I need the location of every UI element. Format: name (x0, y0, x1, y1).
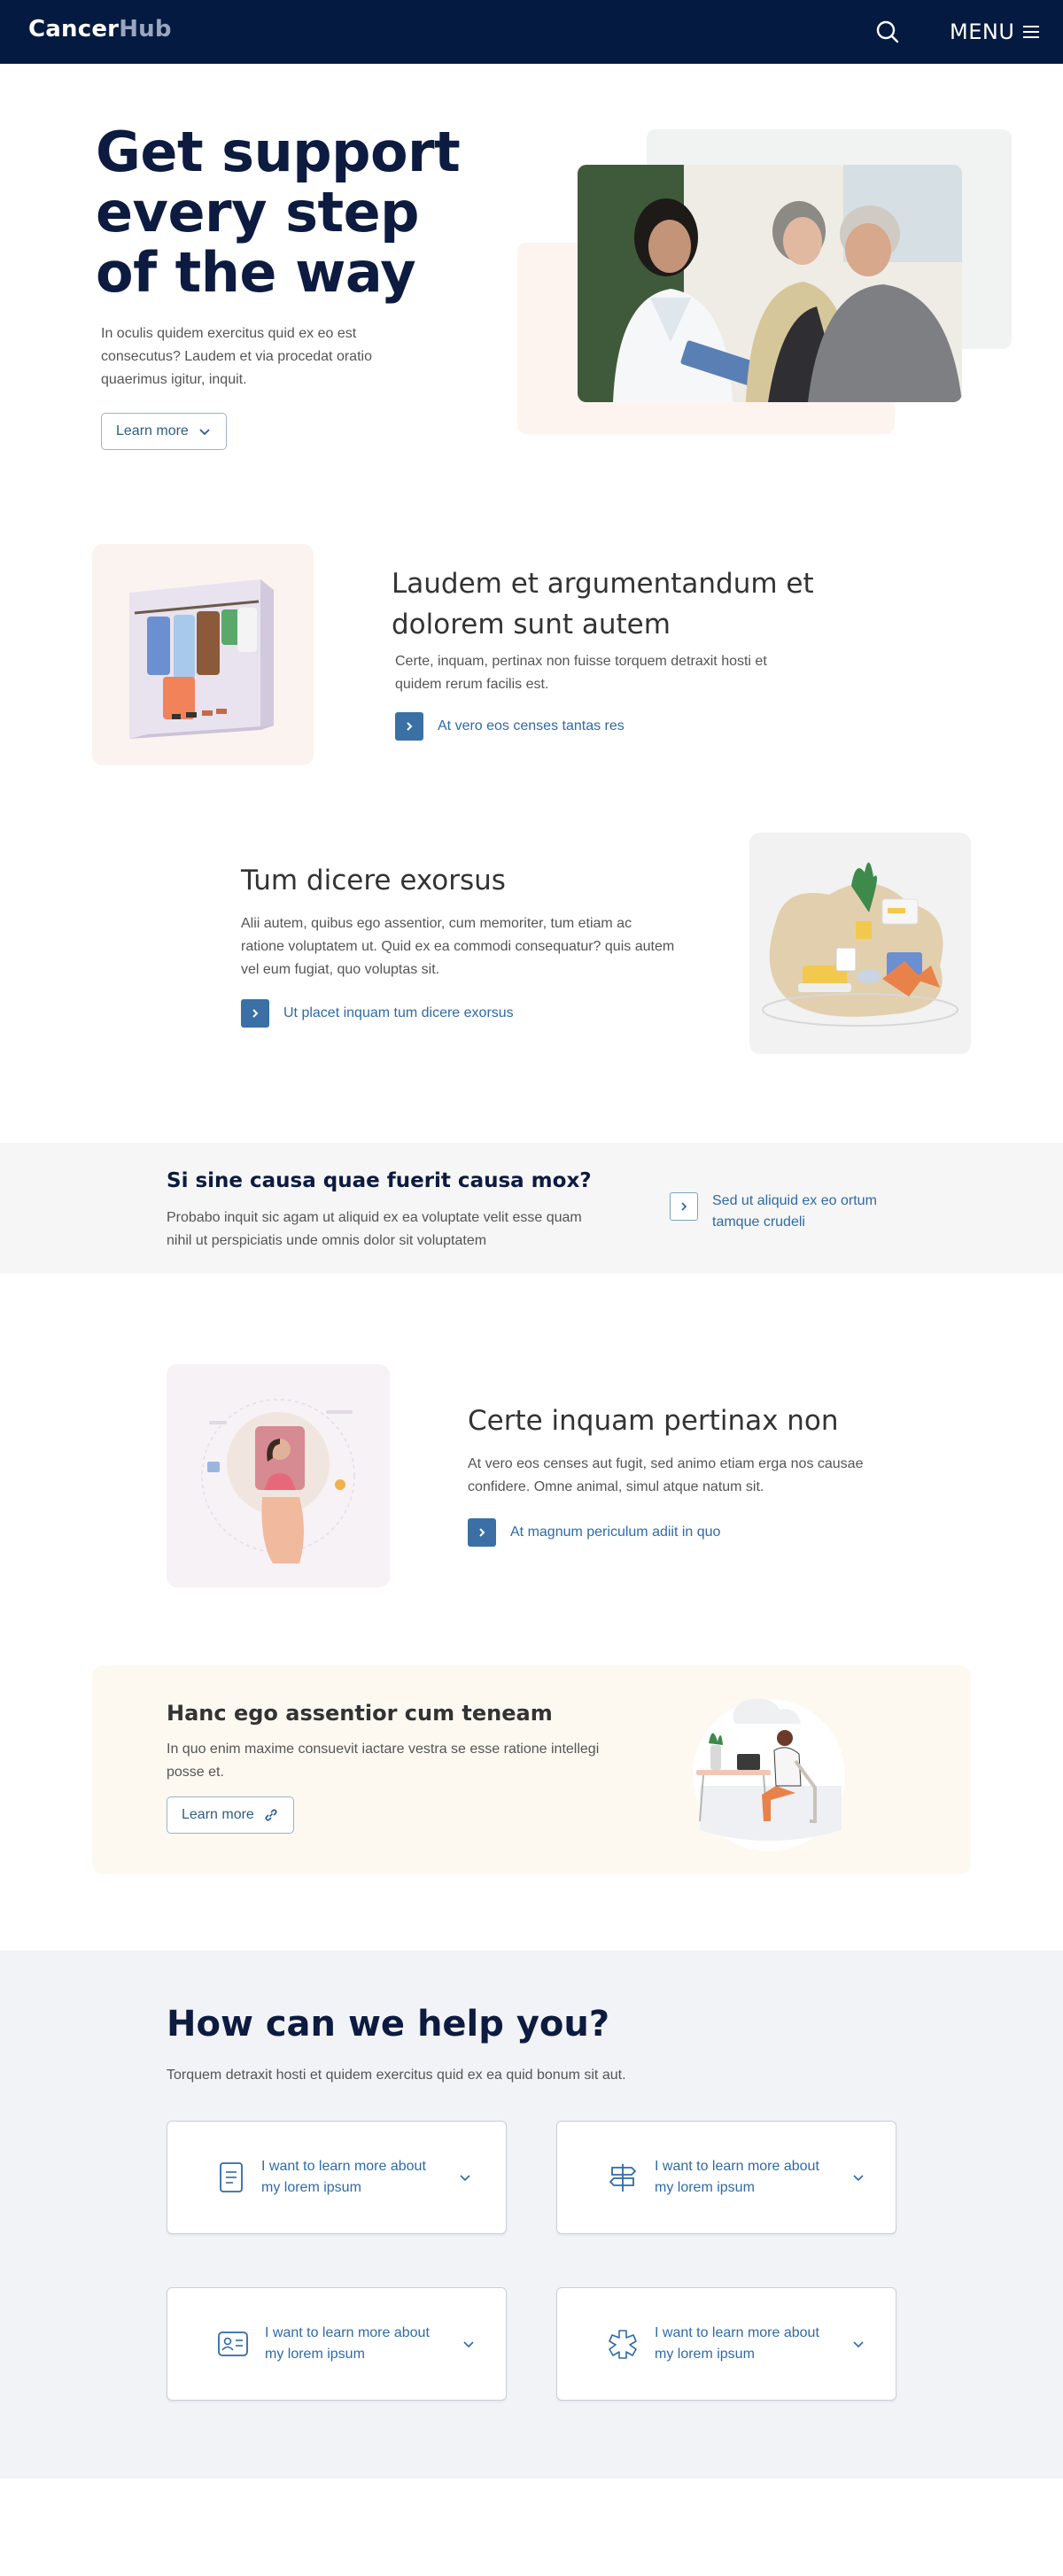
puzzle-icon (609, 2330, 637, 2359)
arrow-right-button-icon (241, 999, 269, 1028)
feature1-link[interactable]: At vero eos censes tantas res (395, 712, 625, 741)
hero-title-line3: of the way (96, 240, 416, 305)
logo-text-cancer: Cancer (28, 16, 120, 43)
menu-button[interactable]: MENU (950, 18, 1041, 46)
help-card-4[interactable]: I want to learn more about my lorem ipsu… (556, 2287, 896, 2401)
help-subtitle: Torquem detraxit hosti et quidem exercit… (167, 2068, 626, 2083)
feature1-link-label: At vero eos censes tantas res (438, 718, 625, 733)
hero-learn-more-label: Learn more (116, 423, 189, 438)
logo[interactable]: CancerHub (28, 16, 172, 43)
telehealth-illustration (167, 1364, 390, 1587)
logo-text-hub: Hub (119, 16, 172, 43)
arrow-right-button-icon (468, 1518, 496, 1547)
band-title: Si sine causa quae fuerit causa mox? (167, 1169, 592, 1192)
site-header: CancerHub MENU (0, 0, 1063, 64)
hamburger-icon (1023, 26, 1040, 38)
help-title: How can we help you? (167, 2004, 610, 2045)
feature2-title: Tum dicere exorsus (241, 865, 506, 896)
band-link-label: Sed ut aliquid ex eo ortum tamque crudel… (712, 1193, 877, 1230)
workspace-illustration (749, 833, 971, 1054)
chevron-down-icon (460, 2175, 470, 2182)
hero-description: In oculis quidem exercitus quid ex eo es… (101, 326, 372, 387)
signpost-icon (609, 2164, 637, 2192)
help-card-2-label: I want to learn more about my lorem ipsu… (655, 2159, 819, 2195)
help-card-1[interactable]: I want to learn more about my lorem ipsu… (167, 2121, 507, 2234)
callout-description: In quo enim maxime consuevit iactare ves… (167, 1742, 600, 1780)
chevron-right-icon (681, 1202, 687, 1211)
help-card-3[interactable]: I want to learn more about my lorem ipsu… (167, 2287, 507, 2401)
help-card-2[interactable]: I want to learn more about my lorem ipsu… (556, 2121, 896, 2234)
feature2-description: Alii autem, quibus ego assentior, cum me… (241, 916, 675, 977)
callout-title: Hanc ego assentior cum teneam (167, 1701, 553, 1726)
hero-title: Get support every step of the way (96, 122, 468, 303)
hero-learn-more-button[interactable]: Learn more (101, 413, 227, 450)
hero-title-line2: every step (96, 180, 420, 244)
feature1-description: Certe, inquam, pertinax non fuisse torqu… (395, 654, 767, 692)
help-card-3-label: I want to learn more about my lorem ipsu… (265, 2325, 430, 2362)
remote-work-illustration (682, 1688, 856, 1857)
feature1-title: Laudem et argumentandum et dolorem sunt … (392, 568, 814, 640)
wardrobe-illustration (92, 544, 314, 765)
search-button[interactable] (873, 18, 902, 46)
feature2-link-label: Ut placet inquam tum dicere exorsus (283, 1005, 514, 1020)
band-link[interactable]: Sed ut aliquid ex eo ortum tamque crudel… (670, 1191, 925, 1233)
id-card-icon (218, 2332, 248, 2356)
hero-title-line1: Get support (96, 120, 461, 184)
chevron-down-icon (463, 2341, 474, 2348)
chevron-down-icon (853, 2175, 864, 2182)
feature3-link[interactable]: At magnum periculum adiit in quo (468, 1518, 720, 1547)
band-description: Probabo inquit sic agam ut aliquid ex ea… (167, 1210, 582, 1248)
arrow-right-outline-icon (670, 1192, 698, 1221)
chevron-down-icon (853, 2341, 864, 2348)
feature2-link[interactable]: Ut placet inquam tum dicere exorsus (241, 999, 514, 1028)
feature3-title: Certe inquam pertinax non (468, 1405, 839, 1437)
chevron-right-icon (479, 1528, 485, 1537)
feature3-description: At vero eos censes aut fugit, sed animo … (468, 1456, 864, 1494)
help-card-4-label: I want to learn more about my lorem ipsu… (655, 2325, 819, 2362)
chevron-right-icon (252, 1009, 259, 1018)
menu-label: MENU (950, 19, 1015, 44)
hero-photo (578, 165, 962, 402)
chevron-right-icon (407, 722, 413, 731)
arrow-right-button-icon (395, 712, 423, 741)
document-icon (220, 2162, 243, 2192)
callout-learn-more-label: Learn more (182, 1807, 254, 1822)
help-card-1-label: I want to learn more about my lorem ipsu… (261, 2159, 426, 2195)
link-icon (265, 1809, 277, 1821)
chevron-down-icon (199, 429, 210, 436)
feature3-link-label: At magnum periculum adiit in quo (510, 1525, 721, 1540)
search-icon (876, 20, 899, 43)
callout-learn-more-button[interactable]: Learn more (167, 1796, 294, 1834)
